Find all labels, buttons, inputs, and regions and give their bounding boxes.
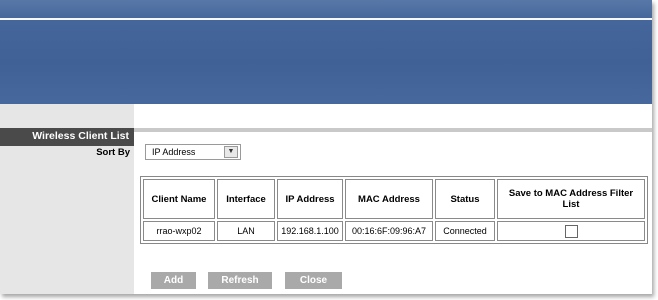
chevron-down-icon[interactable]: ▼ [224,146,238,158]
col-client-name: Client Name [143,179,215,219]
sort-by-value: IP Address [152,147,196,157]
sidebar-section-header: Wireless Client List [0,128,134,146]
cell-ip-address: 192.168.1.100 [277,221,343,241]
table-row: rrao-wxp02 LAN 192.168.1.100 00:16:6F:09… [143,221,645,241]
col-mac-address: MAC Address [345,179,433,219]
router-page: Wireless Client List Sort By IP Address … [0,0,652,294]
table-header-row: Client Name Interface IP Address MAC Add… [143,179,645,219]
cell-client-name: rrao-wxp02 [143,221,215,241]
col-save-to-filter: Save to MAC Address Filter List [497,179,645,219]
cell-save-to-filter [497,221,645,241]
client-table: Client Name Interface IP Address MAC Add… [140,176,648,244]
col-interface: Interface [217,179,275,219]
col-ip-address: IP Address [277,179,343,219]
save-to-filter-checkbox[interactable] [564,224,578,238]
sidebar: Wireless Client List Sort By [0,104,134,294]
sort-by-select[interactable]: IP Address ▼ [145,144,241,160]
cell-mac-address: 00:16:6F:09:96:A7 [345,221,433,241]
add-button[interactable]: Add [151,272,196,289]
close-button[interactable]: Close [285,272,342,289]
refresh-button[interactable]: Refresh [208,272,272,289]
top-banner [0,0,652,104]
content-header-strip [134,128,652,132]
cell-interface: LAN [217,221,275,241]
banner-divider [0,18,652,20]
section-title: Wireless Client List [32,130,129,142]
col-status: Status [435,179,495,219]
sort-by-label: Sort By [96,147,130,158]
cell-status: Connected [435,221,495,241]
